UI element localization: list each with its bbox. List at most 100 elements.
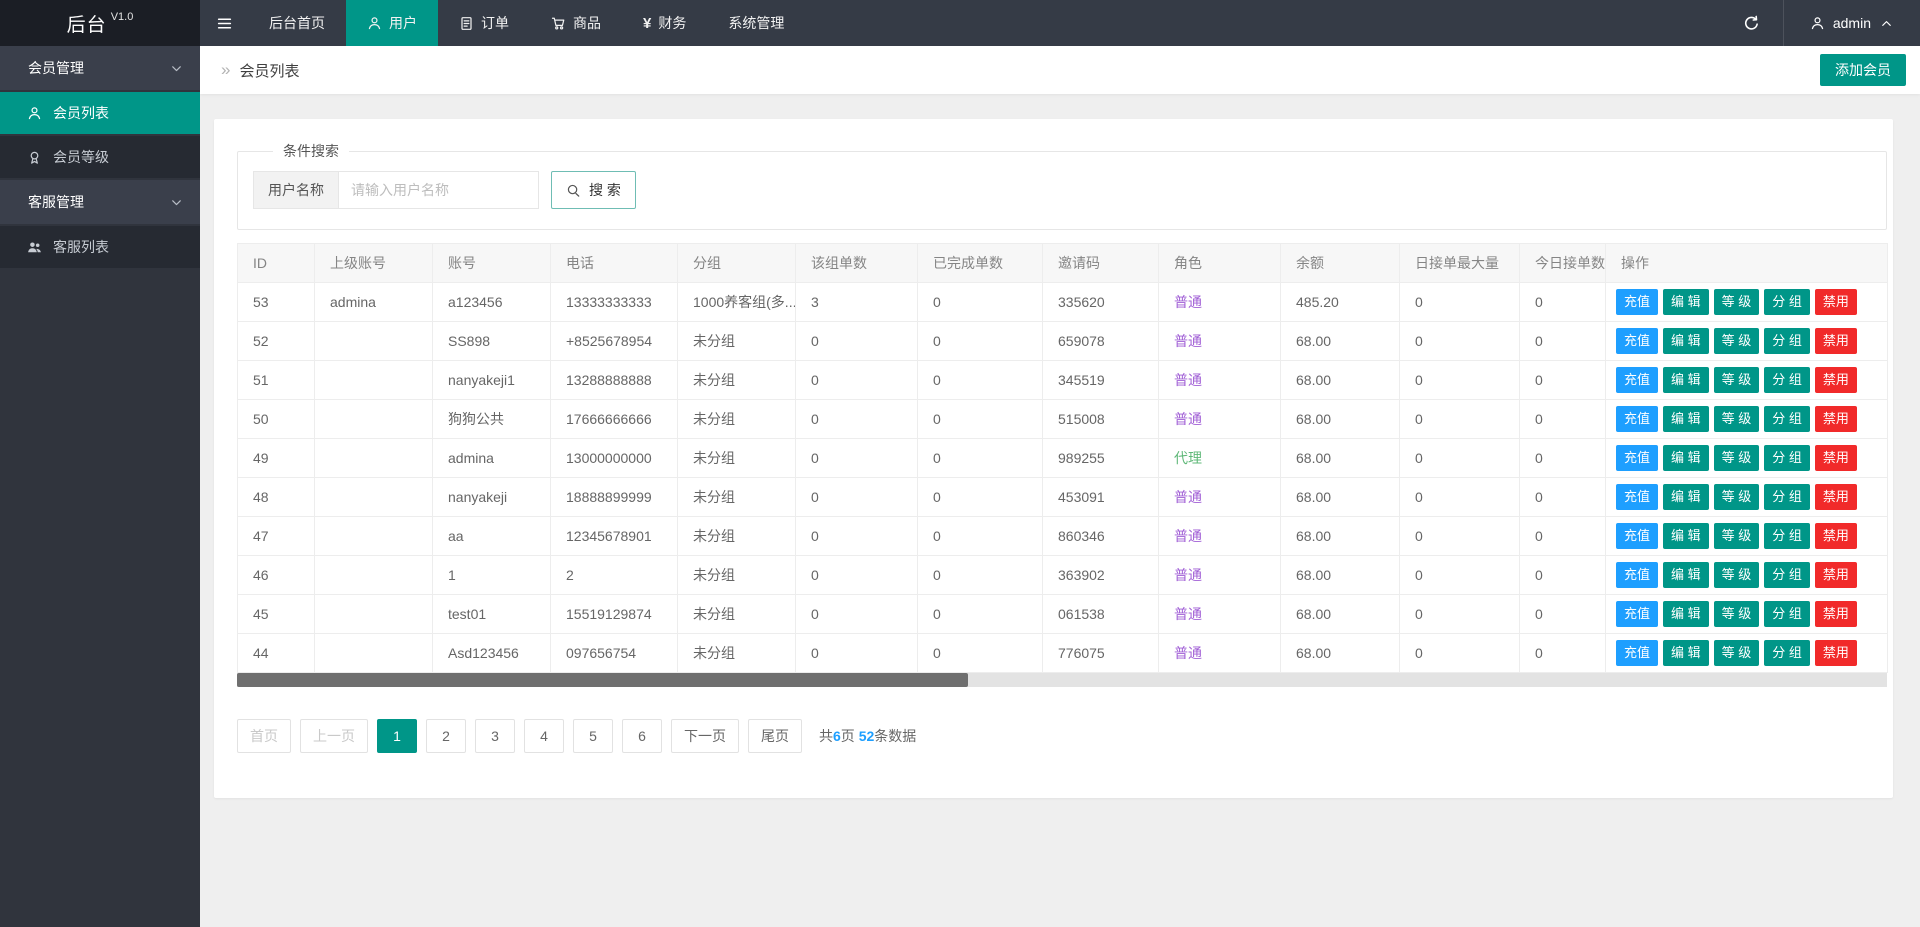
- group-button[interactable]: 分 组: [1764, 406, 1810, 432]
- level-button[interactable]: 等 级: [1714, 523, 1760, 549]
- column-header: 操作: [1606, 244, 1888, 283]
- sidebar-item-member-level[interactable]: 会员等级: [0, 136, 200, 178]
- cell-invite-code: 989255: [1043, 439, 1159, 478]
- disable-button[interactable]: 禁用: [1815, 484, 1857, 510]
- page-1[interactable]: 1: [377, 719, 417, 753]
- page-3[interactable]: 3: [475, 719, 515, 753]
- recharge-button[interactable]: 充值: [1616, 289, 1658, 315]
- recharge-button[interactable]: 充值: [1616, 562, 1658, 588]
- recharge-button[interactable]: 充值: [1616, 367, 1658, 393]
- edit-button[interactable]: 编 辑: [1663, 523, 1709, 549]
- recharge-button[interactable]: 充值: [1616, 640, 1658, 666]
- cell-parent: [315, 634, 433, 673]
- recharge-button[interactable]: 充值: [1616, 328, 1658, 354]
- cell-invite-code: 659078: [1043, 322, 1159, 361]
- sidebar-item-service-list[interactable]: 客服列表: [0, 226, 200, 268]
- group-button[interactable]: 分 组: [1764, 289, 1810, 315]
- page-4[interactable]: 4: [524, 719, 564, 753]
- edit-button[interactable]: 编 辑: [1663, 445, 1709, 471]
- page-first[interactable]: 首页: [237, 719, 291, 753]
- level-button[interactable]: 等 级: [1714, 328, 1760, 354]
- hamburger-button[interactable]: [200, 0, 248, 46]
- page-2[interactable]: 2: [426, 719, 466, 753]
- group-button[interactable]: 分 组: [1764, 484, 1810, 510]
- cell-today-orders: 0: [1520, 478, 1606, 517]
- group-button[interactable]: 分 组: [1764, 562, 1810, 588]
- disable-button[interactable]: 禁用: [1815, 445, 1857, 471]
- recharge-button[interactable]: 充值: [1616, 523, 1658, 549]
- edit-button[interactable]: 编 辑: [1663, 640, 1709, 666]
- page-next[interactable]: 下一页: [671, 719, 739, 753]
- disable-button[interactable]: 禁用: [1815, 406, 1857, 432]
- edit-button[interactable]: 编 辑: [1663, 601, 1709, 627]
- level-button[interactable]: 等 级: [1714, 406, 1760, 432]
- nav-finance[interactable]: ¥财务: [622, 0, 707, 46]
- disable-button[interactable]: 禁用: [1815, 328, 1857, 354]
- group-button[interactable]: 分 组: [1764, 445, 1810, 471]
- sidebar-group-service-management[interactable]: 客服管理: [0, 180, 200, 224]
- page-6[interactable]: 6: [622, 719, 662, 753]
- recharge-button[interactable]: 充值: [1616, 601, 1658, 627]
- recharge-button[interactable]: 充值: [1616, 406, 1658, 432]
- search-button[interactable]: 搜 索: [551, 171, 636, 209]
- username-input[interactable]: [339, 171, 539, 209]
- refresh-button[interactable]: [1721, 0, 1783, 46]
- recharge-button[interactable]: 充值: [1616, 445, 1658, 471]
- cell-invite-code: 453091: [1043, 478, 1159, 517]
- admin-menu[interactable]: admin: [1783, 0, 1920, 46]
- page-5[interactable]: 5: [573, 719, 613, 753]
- cell-id: 52: [238, 322, 315, 361]
- sidebar-item-label: 客服列表: [53, 237, 109, 257]
- disable-button[interactable]: 禁用: [1815, 289, 1857, 315]
- disable-button[interactable]: 禁用: [1815, 523, 1857, 549]
- cell-account: 狗狗公共: [433, 400, 551, 439]
- group-button[interactable]: 分 组: [1764, 601, 1810, 627]
- edit-button[interactable]: 编 辑: [1663, 289, 1709, 315]
- cell-invite-code: 776075: [1043, 634, 1159, 673]
- chevron-down-icon: [169, 195, 184, 210]
- group-button[interactable]: 分 组: [1764, 640, 1810, 666]
- edit-button[interactable]: 编 辑: [1663, 562, 1709, 588]
- edit-button[interactable]: 编 辑: [1663, 367, 1709, 393]
- scrollbar-thumb[interactable]: [237, 673, 968, 687]
- level-button[interactable]: 等 级: [1714, 445, 1760, 471]
- horizontal-scrollbar[interactable]: [237, 673, 1887, 687]
- nav-home[interactable]: 后台首页: [248, 0, 346, 46]
- cell-completed-orders: 0: [918, 478, 1043, 517]
- sidebar-group-member-management[interactable]: 会员管理: [0, 46, 200, 90]
- nav-goods[interactable]: 商品: [530, 0, 622, 46]
- level-button[interactable]: 等 级: [1714, 601, 1760, 627]
- cell-id: 51: [238, 361, 315, 400]
- sidebar-item-member-list[interactable]: 会员列表: [0, 92, 200, 134]
- level-button[interactable]: 等 级: [1714, 367, 1760, 393]
- edit-button[interactable]: 编 辑: [1663, 484, 1709, 510]
- cell-parent: [315, 322, 433, 361]
- nav-users[interactable]: 用户: [346, 0, 438, 46]
- disable-button[interactable]: 禁用: [1815, 367, 1857, 393]
- page-last[interactable]: 尾页: [748, 719, 802, 753]
- level-button[interactable]: 等 级: [1714, 484, 1760, 510]
- nav-orders[interactable]: 订单: [438, 0, 530, 46]
- order-icon: [459, 16, 474, 31]
- nav-system[interactable]: 系统管理: [707, 0, 805, 46]
- group-button[interactable]: 分 组: [1764, 328, 1810, 354]
- recharge-button[interactable]: 充值: [1616, 484, 1658, 510]
- cell-group: 未分组: [678, 478, 796, 517]
- group-button[interactable]: 分 组: [1764, 523, 1810, 549]
- cell-invite-code: 860346: [1043, 517, 1159, 556]
- cell-account: admina: [433, 439, 551, 478]
- disable-button[interactable]: 禁用: [1815, 601, 1857, 627]
- disable-button[interactable]: 禁用: [1815, 640, 1857, 666]
- disable-button[interactable]: 禁用: [1815, 562, 1857, 588]
- add-member-button[interactable]: 添加会员: [1820, 54, 1906, 86]
- level-button[interactable]: 等 级: [1714, 289, 1760, 315]
- group-button[interactable]: 分 组: [1764, 367, 1810, 393]
- level-button[interactable]: 等 级: [1714, 562, 1760, 588]
- cell-group-orders: 0: [796, 634, 918, 673]
- edit-button[interactable]: 编 辑: [1663, 406, 1709, 432]
- cell-group-orders: 0: [796, 322, 918, 361]
- column-header: 角色: [1159, 244, 1281, 283]
- edit-button[interactable]: 编 辑: [1663, 328, 1709, 354]
- level-button[interactable]: 等 级: [1714, 640, 1760, 666]
- page-prev[interactable]: 上一页: [300, 719, 368, 753]
